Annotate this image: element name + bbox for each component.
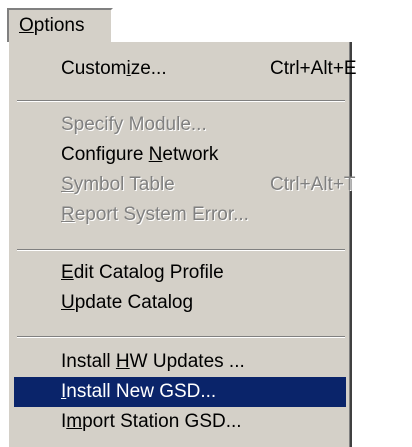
menu-item-mnemonic: S xyxy=(61,174,74,195)
menu-item-customize[interactable]: Customize... Ctrl+Alt+E xyxy=(14,54,357,84)
menu-item-mnemonic: m xyxy=(66,411,83,432)
menu-item-label-rest: etwork xyxy=(162,144,219,165)
menu-item-report-system-error: Report System Error... xyxy=(14,200,346,230)
menu-item-label: Configure xyxy=(61,144,149,165)
menu-item-label-rest: port Station GSD... xyxy=(82,411,242,432)
menu-item-label-rest: ymbol Table xyxy=(73,174,175,195)
menu-item-edit-catalog-profile[interactable]: Edit Catalog Profile xyxy=(14,258,346,288)
menu-item-mnemonic: H xyxy=(115,351,130,372)
menu-item-symbol-table: Symbol Table Ctrl+Alt+T xyxy=(14,170,356,200)
menu-item-specify-module: Specify Module... xyxy=(14,110,346,140)
shortcut-label: Ctrl+Alt+T xyxy=(270,174,356,195)
options-mnemonic: O xyxy=(19,15,34,36)
menu-item-install-new-gsd[interactable]: Install New GSD... xyxy=(14,377,346,407)
shortcut-label: Ctrl+Alt+E xyxy=(270,58,357,79)
menu-separator xyxy=(17,100,345,102)
menu-separator xyxy=(17,249,345,251)
menu-item-mnemonic: E xyxy=(61,262,74,283)
menu-item-label-rest: ze... xyxy=(130,58,167,79)
menu-item-mnemonic: U xyxy=(61,292,75,313)
menu-item-install-hw-updates[interactable]: Install HW Updates ... xyxy=(14,347,346,377)
menu-item-label-rest: eport System Error... xyxy=(74,204,249,225)
menu-item-mnemonic: N xyxy=(148,144,163,165)
menu-bar: Options xyxy=(0,0,412,44)
menu-item-label-rest: nstall New GSD... xyxy=(66,381,217,402)
menu-item-label-rest: dit Catalog Profile xyxy=(73,262,224,283)
menu-item-mnemonic: R xyxy=(61,204,75,225)
menu-item-label-rest: W Updates ... xyxy=(129,351,245,372)
options-dropdown-menu: Customize... Ctrl+Alt+E Specify Module..… xyxy=(7,42,357,447)
menu-item-configure-network[interactable]: Configure Network xyxy=(14,140,346,170)
menu-item-update-catalog[interactable]: Update Catalog xyxy=(14,288,346,318)
menu-item-label: Specify Module... xyxy=(61,114,207,135)
menu-item-label: Install xyxy=(61,351,116,372)
menu-item-label: Custom xyxy=(61,58,127,79)
options-label: ptions xyxy=(33,15,85,36)
menu-item-label-rest: pdate Catalog xyxy=(74,292,194,313)
menu-separator xyxy=(17,336,345,338)
options-menu-title[interactable]: Options xyxy=(7,8,113,42)
menu-item-import-station-gsd[interactable]: Import Station GSD... xyxy=(14,407,346,437)
